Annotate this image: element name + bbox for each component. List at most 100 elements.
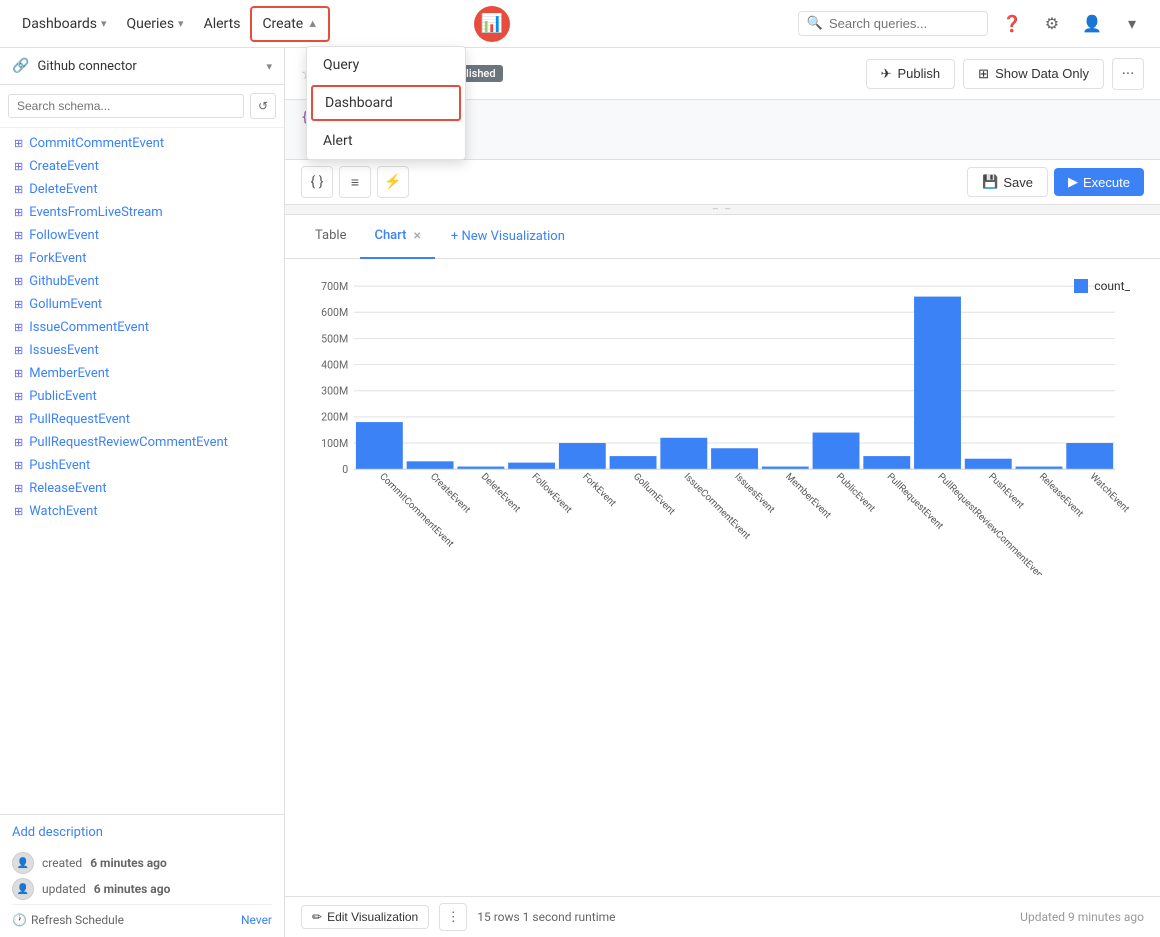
search-input[interactable] (829, 16, 979, 31)
chart-scroll-area[interactable]: count_ 0100M200M300M400M500M600M700MComm… (285, 259, 1160, 896)
bar-pushevent[interactable] (965, 459, 1012, 469)
bar-publicevent[interactable] (813, 433, 860, 470)
bar-followevent[interactable] (508, 463, 555, 470)
table-grid-icon: ⊞ (14, 344, 23, 357)
svg-text:400M: 400M (321, 358, 348, 371)
format-button[interactable]: { } (301, 166, 333, 198)
table-grid-icon: ⊞ (14, 482, 23, 495)
header-more-button[interactable]: ··· (1112, 58, 1144, 90)
logo-icon: 📊 (474, 6, 510, 42)
bar-pullrequestreviewcommentevent[interactable] (914, 297, 961, 470)
help-icon-button[interactable]: ❓ (996, 8, 1028, 40)
sidebar: 🔗 Github connector ▾ ↺ ⊞CommitCommentEve… (0, 48, 285, 937)
schema-item[interactable]: ⊞IssueCommentEvent (0, 316, 284, 339)
execute-button[interactable]: ▶ Execute (1054, 168, 1144, 196)
nav-more-icon[interactable]: ▾ (1116, 8, 1148, 40)
bar-issuesevent[interactable] (711, 448, 758, 469)
dashboards-chevron-icon: ▾ (101, 17, 107, 30)
search-box[interactable]: 🔍 (798, 11, 988, 36)
schema-item[interactable]: ⊞MemberEvent (0, 362, 284, 385)
schema-item-label: PullRequestReviewCommentEvent (29, 435, 228, 450)
lightning-button[interactable]: ⚡ (377, 166, 409, 198)
schema-item[interactable]: ⊞ReleaseEvent (0, 477, 284, 500)
top-nav: Dashboards ▾ Queries ▾ Alerts Create ▲ Q… (0, 0, 1160, 48)
schema-item[interactable]: ⊞WatchEvent (0, 500, 284, 523)
publish-button[interactable]: ✈ Publish (866, 59, 956, 89)
edit-viz-icon: ✏ (312, 910, 322, 924)
bar-pullrequestevent[interactable] (863, 456, 910, 469)
schema-item-label: WatchEvent (29, 504, 97, 519)
bar-chart: 0100M200M300M400M500M600M700MCommitComme… (301, 271, 1144, 571)
list-button[interactable]: ≡ (339, 166, 371, 198)
publish-label: Publish (898, 66, 941, 81)
bar-gollumevent[interactable] (610, 456, 657, 469)
tab-chart[interactable]: Chart × (360, 215, 434, 259)
schema-item[interactable]: ⊞ForkEvent (0, 247, 284, 270)
schema-item[interactable]: ⊞PullRequestReviewCommentEvent (0, 431, 284, 454)
connector-name: Github connector (37, 59, 136, 74)
svg-text:ReleaseEvent: ReleaseEvent (1037, 471, 1085, 519)
bar-watchevent[interactable] (1066, 443, 1113, 469)
connector-chevron-icon: ▾ (266, 60, 272, 73)
nav-queries[interactable]: Queries ▾ (116, 8, 193, 40)
create-button[interactable]: Create ▲ (250, 6, 330, 42)
refresh-schedule-button[interactable]: 🕐 Refresh Schedule (12, 913, 124, 927)
svg-text:600M: 600M (321, 306, 348, 319)
nav-alerts[interactable]: Alerts (194, 8, 251, 40)
refresh-label-text: Refresh Schedule (31, 913, 124, 927)
results-tabs: Table Chart × + New Visualization (285, 215, 1160, 259)
schema-item[interactable]: ⊞CreateEvent (0, 155, 284, 178)
schema-item[interactable]: ⊞FollowEvent (0, 224, 284, 247)
settings-icon-button[interactable]: ⚙ (1036, 8, 1068, 40)
svg-text:FollowEvent: FollowEvent (529, 471, 573, 515)
schema-item-label: ForkEvent (29, 251, 86, 266)
tab-table[interactable]: Table (301, 215, 360, 259)
svg-text:PushEvent: PushEvent (986, 471, 1026, 511)
schema-item[interactable]: ⊞GollumEvent (0, 293, 284, 316)
results-area: Table Chart × + New Visualization count_ (285, 215, 1160, 937)
schema-item-label: PullRequestEvent (29, 412, 130, 427)
schema-item[interactable]: ⊞GithubEvent (0, 270, 284, 293)
bar-issuecommentevent[interactable] (660, 438, 707, 469)
created-user-avatar: 👤 (12, 852, 34, 874)
main-layout: 🔗 Github connector ▾ ↺ ⊞CommitCommentEve… (0, 48, 1160, 937)
bar-forkevent[interactable] (559, 443, 606, 469)
schema-refresh-button[interactable]: ↺ (250, 93, 276, 119)
nav-dashboards[interactable]: Dashboards ▾ (12, 8, 116, 40)
schema-item[interactable]: ⊞IssuesEvent (0, 339, 284, 362)
dropdown-query-item[interactable]: Query (307, 47, 465, 83)
schema-item-label: MemberEvent (29, 366, 109, 381)
schema-item[interactable]: ⊞CommitCommentEvent (0, 132, 284, 155)
save-button[interactable]: 💾 Save (967, 167, 1048, 197)
new-visualization-tab[interactable]: + New Visualization (439, 215, 577, 259)
schema-item-label: EventsFromLiveStream (29, 205, 162, 220)
resize-handle[interactable]: — — (285, 205, 1160, 215)
updated-label: updated (42, 882, 86, 896)
tab-chart-close-icon[interactable]: × (413, 228, 420, 244)
footer-more-button[interactable]: ⋮ (439, 903, 467, 931)
dropdown-dashboard-item[interactable]: Dashboard (311, 85, 461, 121)
connector-selector[interactable]: 🔗 Github connector ▾ (0, 48, 284, 85)
user-avatar[interactable]: 👤 (1076, 8, 1108, 40)
schema-item[interactable]: ⊞PullRequestEvent (0, 408, 284, 431)
refresh-value[interactable]: Never (241, 913, 272, 927)
schema-item[interactable]: ⊞DeleteEvent (0, 178, 284, 201)
execute-icon: ▶ (1068, 174, 1078, 190)
edit-visualization-button[interactable]: ✏ Edit Visualization (301, 905, 429, 929)
schema-item[interactable]: ⊞EventsFromLiveStream (0, 201, 284, 224)
create-dropdown-menu: Query Dashboard Alert (306, 46, 466, 160)
schema-search-input[interactable] (8, 94, 244, 118)
sidebar-footer: Add description 👤 created 6 minutes ago … (0, 814, 284, 937)
schema-list: ⊞CommitCommentEvent⊞CreateEvent⊞DeleteEv… (0, 128, 284, 814)
bar-commitcommentevent[interactable] (356, 422, 403, 469)
dropdown-alert-item[interactable]: Alert (307, 123, 465, 159)
execute-label: Execute (1083, 175, 1130, 190)
table-grid-icon: ⊞ (14, 298, 23, 311)
schema-item[interactable]: ⊞PublicEvent (0, 385, 284, 408)
add-description-link[interactable]: Add description (12, 825, 272, 840)
edit-viz-label: Edit Visualization (327, 910, 418, 924)
schema-item[interactable]: ⊞PushEvent (0, 454, 284, 477)
show-data-button[interactable]: ⊞ Show Data Only (963, 59, 1104, 89)
created-label: created (42, 856, 82, 870)
bar-createevent[interactable] (407, 461, 454, 469)
